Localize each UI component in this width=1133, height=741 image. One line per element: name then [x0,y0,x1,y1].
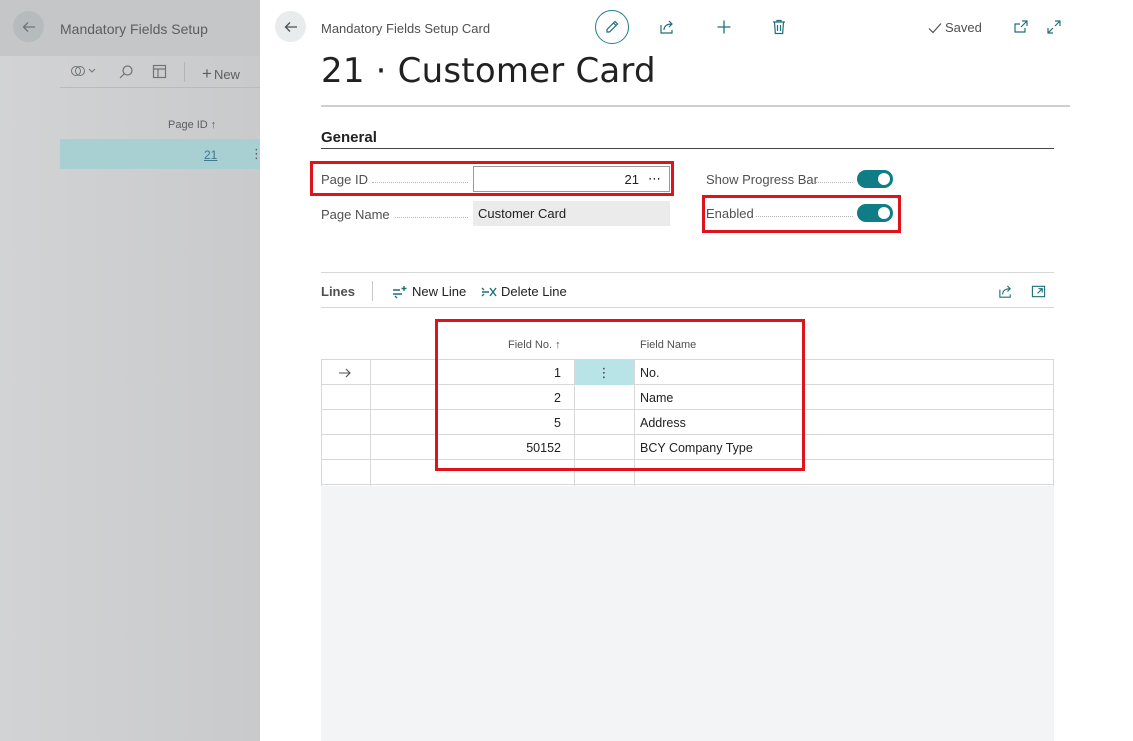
field-no-cell[interactable]: 2 [451,385,561,410]
page-title: 21 · Customer Card [321,51,656,91]
table-row[interactable]: 5 Address [321,410,1054,435]
empty-new-row[interactable] [321,460,1054,485]
filter-icon [71,66,96,76]
background-table-row[interactable]: 21 ⋮ [60,139,263,169]
new-line-button[interactable]: New Line [392,284,466,299]
general-section-title[interactable]: General [321,129,377,146]
title-divider [321,105,1070,107]
search-icon [119,65,133,79]
share-button[interactable] [657,17,677,37]
show-progress-leader [816,182,853,183]
enabled-toggle[interactable] [857,204,893,222]
general-section-divider [321,148,1054,149]
page-name-label: Page Name [321,207,390,222]
check-icon [928,22,942,33]
lines-separator [372,281,373,301]
back-arrow-icon [22,21,35,32]
row-menu-icon[interactable]: ⋮ [574,360,634,385]
table-row[interactable]: 2 Name [321,385,1054,410]
saved-status: Saved [928,20,982,35]
field-no-cell[interactable]: 1 [451,360,561,385]
toggle-knob [878,207,890,219]
lookup-ellipsis-icon[interactable]: ⋯ [648,171,661,187]
background-page-title: Mandatory Fields Setup [60,21,208,37]
field-name-cell[interactable]: Name [640,385,673,410]
field-name-column-header[interactable]: Field Name [640,339,696,351]
lines-title[interactable]: Lines [321,284,355,299]
lines-grid: 1 ⋮ No. 2 Name 5 Address 50152 BCY Compa… [321,359,1054,486]
toggle-knob [878,173,890,185]
show-progress-bar-label: Show Progress Bar [706,172,818,187]
background-new-button[interactable]: + New [202,64,240,84]
toolbar-separator [184,62,185,82]
search-button[interactable] [118,64,134,80]
back-arrow-icon [284,21,297,32]
grid-border-left [321,359,322,486]
new-label: New [213,66,240,82]
background-toolbar: + New [60,58,262,88]
background-column-header[interactable]: Page ID ↑ [168,119,216,131]
field-name-cell[interactable]: No. [640,360,659,385]
field-no-column-header[interactable]: Field No. ↑ [508,339,561,351]
card-dialog: Mandatory Fields Setup Card Saved 21 · C… [260,0,1133,741]
card-caption: Mandatory Fields Setup Card [321,21,491,36]
delete-button[interactable] [769,17,789,37]
grid-border-right [1053,359,1054,486]
background-list-page: Mandatory Fields Setup + New Page ID ↑ 2… [0,0,263,741]
page-id-label: Page ID [321,172,368,187]
enabled-leader [756,216,853,217]
plus-icon [717,20,731,34]
saved-label: Saved [945,20,982,35]
row-arrow-icon [338,360,358,385]
field-name-cell[interactable]: BCY Company Type [640,435,753,460]
delete-line-label: Delete Line [501,284,567,299]
share-icon [998,284,1011,298]
popout-icon [1031,285,1045,297]
grid-column-line [370,359,371,486]
delete-line-button[interactable]: Delete Line [481,284,567,299]
new-record-button[interactable] [714,17,734,37]
page-id-input[interactable]: 21 ⋯ [473,166,670,192]
page-name-field: Customer Card [473,201,670,226]
grid-column-line [634,359,635,486]
expand-button[interactable] [1044,17,1064,37]
trash-icon [773,19,785,35]
delete-line-icon [481,287,497,296]
expand-icon [1047,20,1061,34]
lines-bottom-divider [321,307,1054,308]
new-line-icon [393,285,407,298]
page-id-value: 21 [624,171,639,187]
show-progress-bar-toggle[interactable] [857,170,893,188]
table-row[interactable]: 50152 BCY Company Type [321,435,1054,460]
popout-icon [1014,20,1028,33]
table-row[interactable]: 1 ⋮ No. [321,360,1054,385]
page-name-leader [395,217,468,218]
share-icon [660,20,673,34]
grid-empty-area [321,486,1054,741]
popout-button[interactable] [1011,17,1031,37]
field-no-cell[interactable]: 50152 [451,435,561,460]
edit-button[interactable] [595,10,629,44]
lines-top-divider [321,272,1054,273]
plus-icon: + [202,64,212,83]
layout-button[interactable] [152,64,167,79]
lines-share-button[interactable] [995,281,1015,301]
enabled-label: Enabled [706,206,754,221]
page-id-link[interactable]: 21 [204,148,217,162]
back-button[interactable] [275,11,306,42]
page-id-leader [372,182,468,183]
edit-icon [606,20,619,33]
new-line-label: New Line [412,284,467,299]
background-back-button[interactable] [13,11,44,42]
field-no-cell[interactable]: 5 [451,410,561,435]
field-name-cell[interactable]: Address [640,410,686,435]
filter-button[interactable] [70,64,100,78]
grid-column-line [574,359,575,486]
lines-popout-button[interactable] [1028,281,1048,301]
layout-icon [152,64,167,79]
